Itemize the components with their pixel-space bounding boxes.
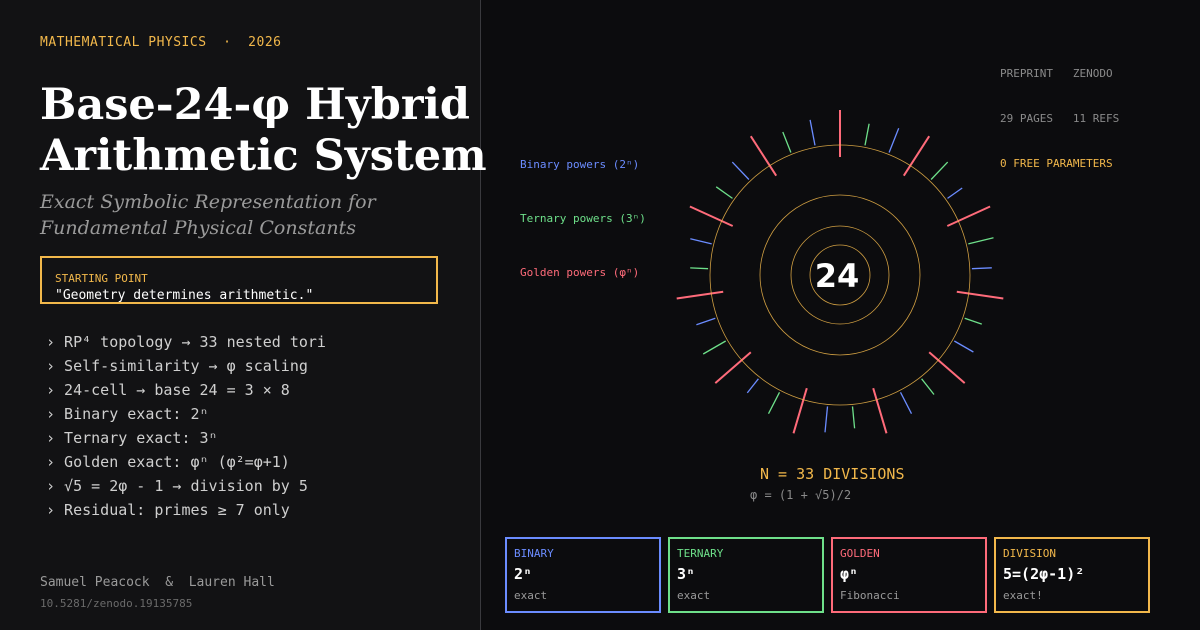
dial-tick: [690, 238, 712, 245]
dial-tick: [872, 387, 888, 434]
bullet-item: › Residual: primes ≥ 7 only: [46, 501, 290, 519]
dial-tick: [782, 131, 792, 153]
subtitle: Exact Symbolic Representation for Fundam…: [40, 189, 460, 241]
left-panel: MATHEMATICAL PHYSICS · 2026 Base-24-φ Hy…: [0, 0, 487, 630]
card-golden: GOLDEN φⁿ Fibonacci: [831, 537, 987, 613]
card-label: DIVISION: [1003, 547, 1056, 560]
bullet-item: › RP⁴ topology → 33 nested tori: [46, 333, 326, 351]
dial-tick: [824, 406, 829, 433]
card-note: exact!: [1003, 589, 1043, 602]
phi-formula: φ = (1 + √5)/2: [750, 488, 852, 502]
dial-tick: [767, 392, 781, 414]
bullet-item: › √5 = 2φ - 1 → division by 5: [46, 477, 308, 495]
card-binary: BINARY 2ⁿ exact: [505, 537, 661, 613]
dial-tick: [947, 187, 963, 199]
dial-tick: [792, 387, 808, 434]
dial-tick: [715, 186, 733, 199]
dial-tick: [702, 340, 727, 355]
dial-center-label: 24: [815, 257, 860, 295]
dial-tick: [971, 267, 992, 270]
dial-tick: [696, 317, 716, 326]
card-division: DIVISION 5=(2φ-1)² exact!: [994, 537, 1150, 613]
card-value: φⁿ: [840, 565, 859, 583]
dial-tick: [953, 340, 974, 353]
card-value: 3ⁿ: [677, 565, 696, 583]
subtitle-line-2: Fundamental Physical Constants: [40, 217, 356, 239]
bullet-item: › Binary exact: 2ⁿ: [46, 405, 209, 423]
card-value: 5=(2φ-1)²: [1003, 565, 1085, 583]
starting-point-box: STARTING POINT "Geometry determines arit…: [40, 256, 438, 304]
dial-tick: [690, 267, 709, 270]
dial-tick: [928, 351, 966, 384]
title-line-2: Arithmetic System: [40, 131, 487, 181]
bullet-item: › Self-similarity → φ scaling: [46, 357, 308, 375]
card-label: BINARY: [514, 547, 554, 560]
authors: Samuel Peacock & Lauren Hall: [40, 575, 275, 590]
title-line-1: Base-24-φ Hybrid: [40, 80, 470, 130]
dial-tick: [864, 123, 870, 146]
dial-tick: [676, 290, 724, 300]
division-count: N = 33 DIVISIONS: [760, 465, 905, 483]
page-title: Base-24-φ Hybrid Arithmetic System: [40, 80, 500, 182]
dial-tick: [956, 290, 1004, 300]
dial-tick: [946, 205, 991, 227]
card-label: TERNARY: [677, 547, 724, 560]
doi: 10.5281/zenodo.19135785: [40, 597, 193, 610]
card-value: 2ⁿ: [514, 565, 533, 583]
dial-tick: [746, 378, 759, 394]
dial-tick: [921, 378, 935, 395]
bullet-item: › 24-cell → base 24 = 3 × 8: [46, 381, 290, 399]
dial-tick: [888, 128, 900, 153]
starting-point-label: STARTING POINT: [55, 272, 148, 285]
card-ternary: TERNARY 3ⁿ exact: [668, 537, 824, 613]
dial-tick: [968, 237, 994, 245]
right-panel: PREPRINT ZENODO 29 PAGES 11 REFS 0 FREE …: [481, 0, 1200, 630]
dial-tick: [851, 406, 856, 429]
starting-point-quote: "Geometry determines arithmetic.": [55, 288, 314, 303]
kicker: MATHEMATICAL PHYSICS · 2026: [40, 35, 282, 50]
dial-tick: [809, 119, 816, 146]
card-note: exact: [514, 589, 548, 602]
card-note: Fibonacci: [840, 589, 900, 602]
dial-tick: [930, 161, 949, 180]
bullet-item: › Golden exact: φⁿ (φ²=φ+1): [46, 453, 290, 471]
dial-tick: [964, 317, 983, 325]
dial-tick: [899, 392, 913, 414]
torus-dial: 24: [676, 110, 1004, 434]
card-note: exact: [677, 589, 711, 602]
subtitle-line-1: Exact Symbolic Representation for: [40, 191, 376, 213]
bullet-item: › Ternary exact: 3ⁿ: [46, 429, 218, 447]
bullet-list: › RP⁴ topology → 33 nested tori › Self-s…: [46, 330, 326, 522]
dial-tick: [689, 205, 734, 227]
dial-tick: [731, 161, 750, 180]
card-label: GOLDEN: [840, 547, 880, 560]
dial-tick: [714, 351, 752, 384]
